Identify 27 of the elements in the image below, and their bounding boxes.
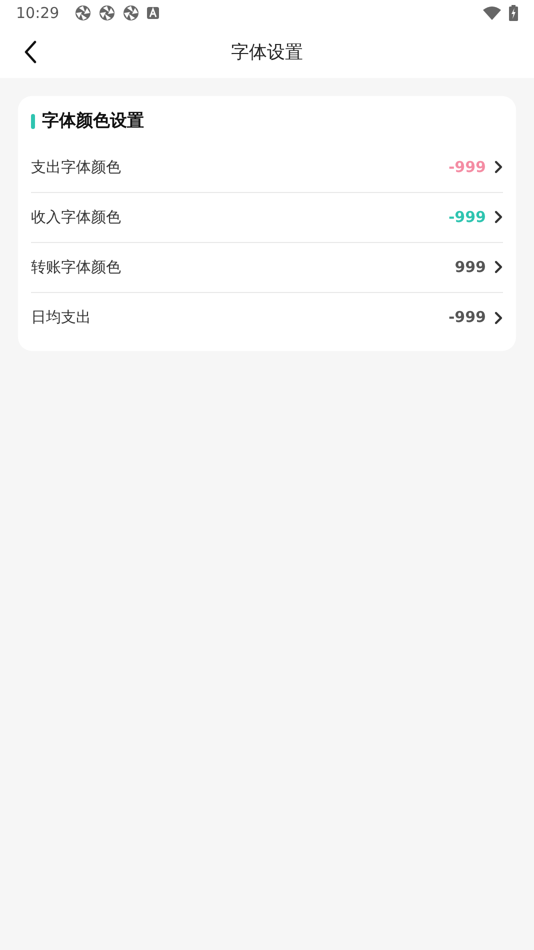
settings-row[interactable]: 收入字体颜色 -999 — [31, 192, 503, 242]
section-title: 字体颜色设置 — [42, 110, 144, 133]
settings-row[interactable]: 转账字体颜色 999 — [31, 242, 503, 292]
aperture-icon — [123, 5, 140, 21]
row-value: 999 — [454, 256, 486, 278]
settings-row[interactable]: 日均支出 -999 — [31, 292, 503, 342]
aperture-icon — [99, 5, 116, 21]
row-value: -999 — [448, 156, 486, 178]
section-accent — [31, 114, 35, 130]
row-label: 支出字体颜色 — [31, 156, 122, 178]
settings-row[interactable]: 支出字体颜色 -999 — [31, 142, 503, 192]
chevron-icon — [494, 210, 503, 224]
row-value: -999 — [448, 206, 486, 228]
battery-icon — [509, 5, 518, 21]
chevron-icon — [494, 260, 503, 274]
page-title: 字体设置 — [231, 40, 303, 64]
back-icon — [23, 40, 37, 64]
row-value: -999 — [448, 307, 486, 328]
aperture-icon — [75, 5, 92, 21]
row-label: 转账字体颜色 — [31, 256, 122, 278]
chevron-icon — [494, 310, 503, 324]
wifi-icon — [483, 6, 501, 20]
row-label: 日均支出 — [31, 307, 92, 328]
row-label: 收入字体颜色 — [31, 206, 122, 228]
keyboard-icon — [147, 7, 160, 19]
status-time: 10:29 — [16, 2, 60, 24]
chevron-icon — [494, 160, 503, 174]
